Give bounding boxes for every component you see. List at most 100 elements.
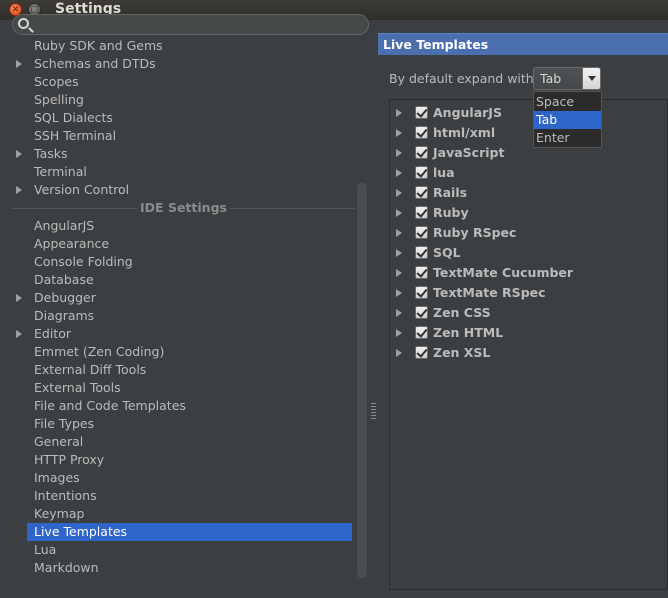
sidebar-item-angularjs[interactable]: AngularJS xyxy=(12,217,355,235)
template-group-ruby[interactable]: Ruby xyxy=(390,203,665,223)
panel-splitter[interactable] xyxy=(370,20,378,598)
expand-arrow-icon[interactable] xyxy=(16,150,22,158)
sidebar-item-editor[interactable]: Editor xyxy=(12,325,355,343)
dropdown-option-enter[interactable]: Enter xyxy=(534,129,601,147)
sidebar-item-label: File and Code Templates xyxy=(34,398,186,413)
template-checkbox[interactable] xyxy=(415,226,428,239)
template-checkbox[interactable] xyxy=(415,266,428,279)
template-group-ruby-rspec[interactable]: Ruby RSpec xyxy=(390,223,665,243)
template-group-textmate-cucumber[interactable]: TextMate Cucumber xyxy=(390,263,665,283)
splitter-grip-icon[interactable] xyxy=(371,403,376,419)
template-group-zen-xsl[interactable]: Zen XSL xyxy=(390,343,665,363)
template-checkbox[interactable] xyxy=(415,146,428,159)
sidebar-item-tasks[interactable]: Tasks xyxy=(12,145,355,163)
template-checkbox[interactable] xyxy=(415,206,428,219)
dropdown-option-tab[interactable]: Tab xyxy=(534,111,601,129)
sidebar-item-console-folding[interactable]: Console Folding xyxy=(12,253,355,271)
expand-arrow-icon[interactable] xyxy=(396,229,402,237)
expand-arrow-icon[interactable] xyxy=(396,109,402,117)
templates-tree: AngularJS html/xml JavaScript lua Rails Ruby R… xyxy=(389,99,668,590)
expand-arrow-icon[interactable] xyxy=(396,169,402,177)
sidebar-item-file-and-code-templates[interactable]: File and Code Templates xyxy=(12,397,355,415)
expand-arrow-icon[interactable] xyxy=(396,349,402,357)
sidebar-item-external-tools[interactable]: External Tools xyxy=(12,379,355,397)
sidebar-item-label: Images xyxy=(34,470,80,485)
template-checkbox[interactable] xyxy=(415,106,428,119)
expand-arrow-icon[interactable] xyxy=(16,330,22,338)
dropdown-option-space[interactable]: Space xyxy=(534,93,601,111)
sidebar-item-appearance[interactable]: Appearance xyxy=(12,235,355,253)
expand-with-label: By default expand with xyxy=(389,71,534,86)
sidebar-item-terminal[interactable]: Terminal xyxy=(12,163,355,181)
template-group-label: Zen CSS xyxy=(433,305,491,320)
sidebar-item-keymap[interactable]: Keymap xyxy=(12,505,355,523)
sidebar-item-live-templates[interactable]: Live Templates xyxy=(27,523,352,541)
sidebar-item-label: Lua xyxy=(34,542,57,557)
sidebar-item-schemas-and-dtds[interactable]: Schemas and DTDs xyxy=(12,55,355,73)
expand-arrow-icon[interactable] xyxy=(396,269,402,277)
sidebar-item-debugger[interactable]: Debugger xyxy=(12,289,355,307)
template-group-lua[interactable]: lua xyxy=(390,163,665,183)
sidebar-item-database[interactable]: Database xyxy=(12,271,355,289)
sidebar-item-label: SQL Dialects xyxy=(34,110,113,125)
sidebar-item-version-control[interactable]: Version Control xyxy=(12,181,355,199)
expand-arrow-icon[interactable] xyxy=(396,209,402,217)
template-group-label: Ruby RSpec xyxy=(433,225,517,240)
sidebar-item-external-diff-tools[interactable]: External Diff Tools xyxy=(12,361,355,379)
expand-arrow-icon[interactable] xyxy=(396,289,402,297)
sidebar-item-label: Live Templates xyxy=(34,524,128,539)
template-checkbox[interactable] xyxy=(415,326,428,339)
sidebar-item-images[interactable]: Images xyxy=(12,469,355,487)
sidebar-item-label: Keymap xyxy=(34,506,85,521)
expand-arrow-icon[interactable] xyxy=(396,189,402,197)
expand-arrow-icon[interactable] xyxy=(16,60,22,68)
expand-arrow-icon[interactable] xyxy=(396,249,402,257)
sidebar-item-spelling[interactable]: Spelling xyxy=(12,91,355,109)
template-checkbox[interactable] xyxy=(415,246,428,259)
sidebar-item-file-types[interactable]: File Types xyxy=(12,415,355,433)
chevron-down-icon[interactable] xyxy=(582,68,600,89)
sidebar-item-general[interactable]: General xyxy=(12,433,355,451)
expand-arrow-icon[interactable] xyxy=(396,129,402,137)
sidebar-item-label: Appearance xyxy=(34,236,110,251)
sidebar-item-emmet-zen-coding[interactable]: Emmet (Zen Coding) xyxy=(12,343,355,361)
template-group-sql[interactable]: SQL xyxy=(390,243,665,263)
expand-arrow-icon[interactable] xyxy=(16,294,22,302)
expand-arrow-icon[interactable] xyxy=(396,149,402,157)
template-checkbox[interactable] xyxy=(415,186,428,199)
search-input[interactable] xyxy=(12,14,369,35)
template-checkbox[interactable] xyxy=(415,126,428,139)
template-group-label: TextMate Cucumber xyxy=(433,265,574,280)
sidebar-item-label: Diagrams xyxy=(34,308,95,323)
expand-arrow-icon[interactable] xyxy=(16,186,22,194)
sidebar-item-label: Console Folding xyxy=(34,254,133,269)
tree-scrollbar[interactable] xyxy=(357,183,367,578)
template-checkbox[interactable] xyxy=(415,306,428,319)
sidebar-item-http-proxy[interactable]: HTTP Proxy xyxy=(12,451,355,469)
template-group-rails[interactable]: Rails xyxy=(390,183,665,203)
sidebar-item-lua[interactable]: Lua xyxy=(12,541,355,559)
sidebar-item-label: Emmet (Zen Coding) xyxy=(34,344,165,359)
sidebar-item-markdown[interactable]: Markdown xyxy=(12,559,355,577)
sidebar-item-scopes[interactable]: Scopes xyxy=(12,73,355,91)
sidebar-item-diagrams[interactable]: Diagrams xyxy=(12,307,355,325)
template-group-angularjs[interactable]: AngularJS xyxy=(390,103,665,123)
expand-arrow-icon[interactable] xyxy=(396,309,402,317)
template-group-label: html/xml xyxy=(433,125,496,140)
template-group-javascript[interactable]: JavaScript xyxy=(390,143,665,163)
template-checkbox[interactable] xyxy=(415,346,428,359)
expand-arrow-icon[interactable] xyxy=(396,329,402,337)
sidebar-item-ssh-terminal[interactable]: SSH Terminal xyxy=(12,127,355,145)
template-group-zen-html[interactable]: Zen HTML xyxy=(390,323,665,343)
template-group-textmate-rspec[interactable]: TextMate RSpec xyxy=(390,283,665,303)
template-group-html-xml[interactable]: html/xml xyxy=(390,123,665,143)
template-checkbox[interactable] xyxy=(415,166,428,179)
sidebar-item-label: Editor xyxy=(34,326,71,341)
sidebar-item-ruby-sdk-and-gems[interactable]: Ruby SDK and Gems xyxy=(12,37,355,55)
template-group-zen-css[interactable]: Zen CSS xyxy=(390,303,665,323)
template-checkbox[interactable] xyxy=(415,286,428,299)
template-group-label: JavaScript xyxy=(433,145,505,160)
sidebar-item-sql-dialects[interactable]: SQL Dialects xyxy=(12,109,355,127)
expand-with-combo[interactable]: Tab xyxy=(533,67,601,90)
sidebar-item-intentions[interactable]: Intentions xyxy=(12,487,355,505)
